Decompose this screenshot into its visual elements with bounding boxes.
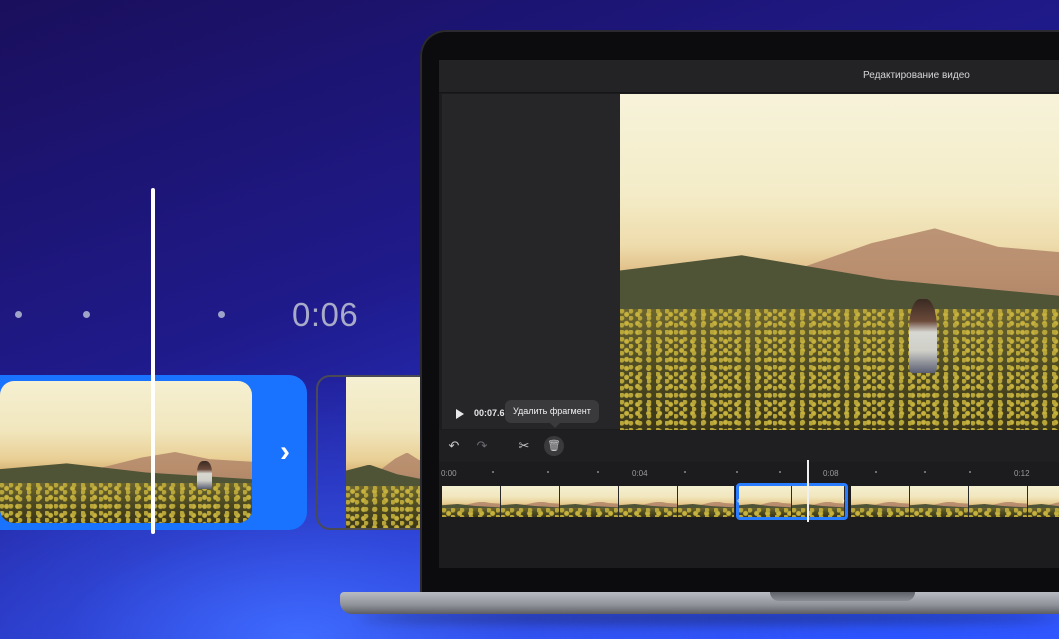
track-thumbnail[interactable] — [678, 486, 735, 517]
app-screen: Редактирование видео 00:07.6 Удалить фра… — [439, 60, 1059, 568]
track-thumbnail[interactable] — [969, 486, 1028, 517]
chevron-right-icon[interactable]: › — [274, 437, 296, 467]
timeline-playhead[interactable] — [807, 460, 809, 522]
zoom-playhead[interactable] — [151, 188, 155, 534]
window-title: Редактирование видео — [863, 70, 970, 81]
track-thumbnail[interactable] — [560, 486, 619, 517]
right-handle-icon[interactable]: › — [842, 496, 846, 506]
tick-label: 0:08 — [823, 469, 839, 478]
redo-icon[interactable]: ↷ — [472, 436, 492, 456]
timeline-ruler — [439, 464, 1059, 482]
left-panel — [442, 94, 620, 429]
trash-icon[interactable]: 🗑 — [544, 436, 564, 456]
laptop-base — [340, 592, 1059, 614]
undo-icon[interactable]: ↶ — [444, 436, 464, 456]
title-bar: Редактирование видео — [439, 60, 1059, 93]
tick-dot — [597, 471, 599, 473]
tick-dot — [969, 471, 971, 473]
tick-dot — [875, 471, 877, 473]
zoom-time-label: 0:06 — [292, 296, 359, 333]
zoom-next-clip[interactable] — [316, 375, 436, 530]
tick-dot — [684, 471, 686, 473]
track-thumbnail[interactable] — [619, 486, 678, 517]
track-thumbnail[interactable] — [910, 486, 969, 517]
laptop-notch — [770, 592, 915, 601]
ruler-dot — [83, 311, 90, 318]
timeline-empty-area — [439, 522, 1059, 568]
play-icon[interactable] — [456, 409, 464, 419]
zoom-clip-thumbnail — [0, 381, 252, 523]
tick-dot — [547, 471, 549, 473]
tick-dot — [779, 471, 781, 473]
delete-fragment-tooltip: Удалить фрагмент — [505, 400, 599, 428]
track-thumbnail[interactable] — [501, 486, 560, 517]
tick-label: 0:00 — [441, 469, 457, 478]
track-thumbnail[interactable] — [442, 486, 501, 517]
ruler-dot — [15, 311, 22, 318]
tick-dot — [492, 471, 494, 473]
selected-fragment[interactable] — [736, 483, 848, 520]
tick-dot — [736, 471, 738, 473]
track-thumbnail[interactable] — [851, 486, 910, 517]
tick-label: 0:12 — [1014, 469, 1030, 478]
left-handle-icon[interactable]: ‹ — [737, 496, 741, 506]
tick-dot — [924, 471, 926, 473]
ruler-dot — [218, 311, 225, 318]
scissors-icon[interactable]: ✂ — [514, 436, 534, 456]
timecode: 00:07.6 — [474, 408, 505, 418]
tick-label: 0:04 — [632, 469, 648, 478]
track-thumbnail[interactable] — [1028, 486, 1059, 517]
video-preview[interactable] — [620, 94, 1059, 430]
